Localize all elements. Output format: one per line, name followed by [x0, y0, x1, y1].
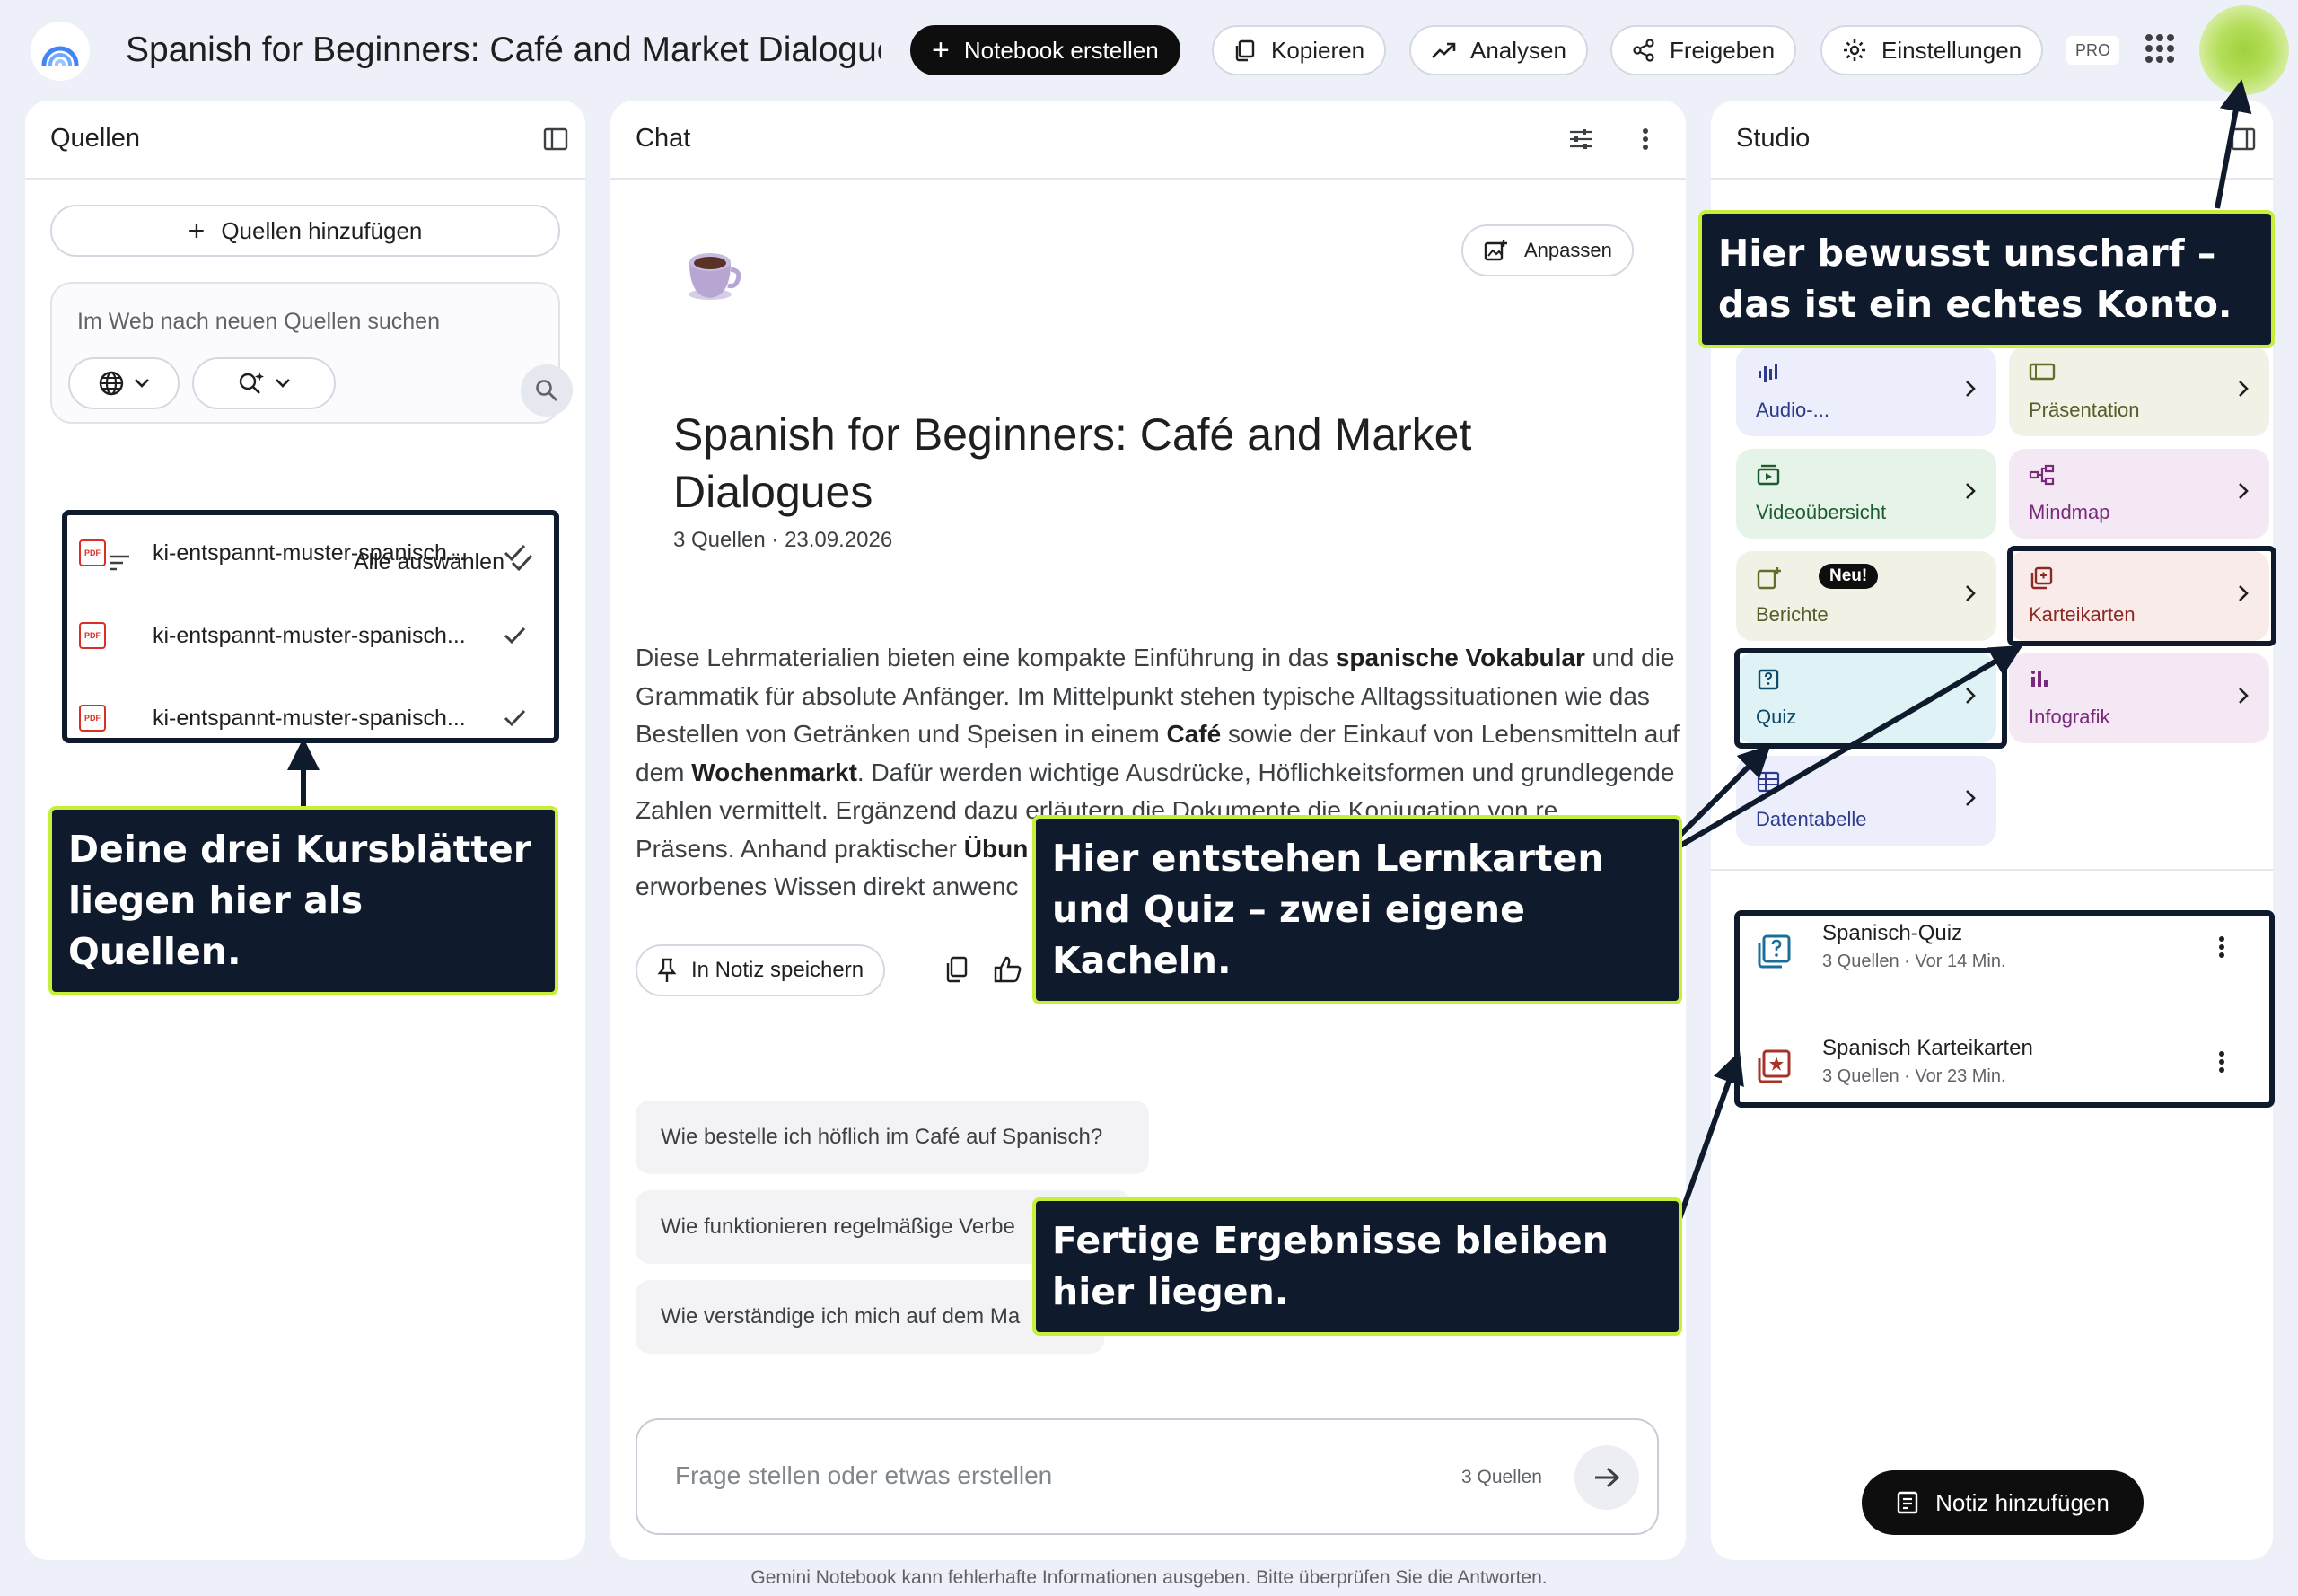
- save-to-note-button[interactable]: In Notiz speichern: [636, 944, 886, 996]
- web-search-input[interactable]: Im Web nach neuen Quellen suchen: [77, 309, 440, 335]
- search-mode-dropdown[interactable]: [192, 357, 336, 409]
- web-scope-dropdown[interactable]: [68, 357, 180, 409]
- send-button[interactable]: [1574, 1445, 1639, 1510]
- customize-button[interactable]: Anpassen: [1461, 224, 1634, 276]
- sources-title: Quellen: [50, 124, 140, 153]
- annotation-account: Hier bewusst unscharf – das ist ein echt…: [1698, 210, 2275, 348]
- globe-icon: [99, 371, 124, 396]
- sources-header: Quellen: [25, 101, 585, 180]
- settings-button[interactable]: Einstellungen: [1820, 25, 2044, 75]
- studio-header: Studio: [1711, 101, 2273, 180]
- share-icon: [1633, 39, 1654, 62]
- search-icon: [536, 380, 557, 401]
- table-icon: [1757, 771, 1780, 793]
- chat-header: Chat: [610, 101, 1686, 180]
- copy-button[interactable]: Kopieren: [1212, 25, 1387, 75]
- notebook-heading: Spanish for Beginners: Café and Market D…: [673, 409, 1472, 517]
- studio-divider: [1711, 869, 2273, 871]
- share-button[interactable]: Freigeben: [1610, 25, 1797, 75]
- video-icon: [1757, 464, 1780, 486]
- chat-title: Chat: [636, 124, 691, 153]
- chevron-right-icon: [2239, 688, 2249, 704]
- top-bar: Spanish for Beginners: Café and Market D…: [0, 0, 2298, 101]
- tile-data-table[interactable]: Datentabelle: [1736, 756, 1996, 846]
- flashcards-highlight-box: [2007, 546, 2276, 646]
- thumbs-up-icon[interactable]: [993, 955, 1023, 984]
- suggested-question[interactable]: Wie bestelle ich höflich im Café auf Spa…: [636, 1101, 1149, 1174]
- coffee-cup-emoji-icon: [689, 253, 741, 300]
- chat-composer: Frage stellen oder etwas erstellen 3 Que…: [636, 1418, 1659, 1535]
- tile-infographic[interactable]: Infografik: [2009, 653, 2269, 743]
- apps-grid-icon[interactable]: [2142, 31, 2178, 66]
- disclaimer-footer: Gemini Notebook kann fehlerhafte Informa…: [750, 1567, 1548, 1588]
- annotation-tiles: Hier entstehen Lernkarten und Quiz – zwe…: [1032, 815, 1682, 1004]
- chevron-right-icon: [1966, 585, 1976, 601]
- create-notebook-button[interactable]: + Notebook erstellen: [910, 25, 1180, 75]
- quiz-highlight-box: [1734, 648, 2007, 749]
- report-icon: [1757, 567, 1781, 590]
- tile-presentation[interactable]: Präsentation: [2009, 346, 2269, 436]
- web-source-search: Im Web nach neuen Quellen suchen: [50, 282, 573, 424]
- audio-wave-icon: [1759, 364, 1777, 382]
- chevron-down-icon: [135, 379, 149, 388]
- notebook-meta: 3 Quellen · 23.09.2026: [673, 528, 893, 552]
- sparkle-search-icon: [239, 372, 264, 394]
- tile-mindmap[interactable]: Mindmap: [2009, 449, 2269, 539]
- notebook-logo-icon[interactable]: [31, 22, 90, 81]
- copy-icon: [1235, 39, 1255, 62]
- plus-icon: +: [932, 33, 950, 67]
- chevron-right-icon: [2239, 483, 2249, 499]
- chevron-right-icon: [2239, 381, 2249, 397]
- copy-response-icon[interactable]: [944, 955, 971, 984]
- note-icon: [1897, 1491, 1918, 1514]
- gear-icon: [1844, 39, 1865, 61]
- annotation-sources: Deine drei Kursblätter liegen hier als Q…: [48, 806, 558, 995]
- trending-up-icon: [1432, 42, 1456, 58]
- studio-title: Studio: [1736, 124, 1811, 153]
- more-vert-icon[interactable]: [1641, 126, 1650, 153]
- pro-badge: PRO: [2066, 36, 2120, 65]
- chevron-right-icon: [1966, 381, 1976, 397]
- sources-highlight-box: [62, 510, 559, 743]
- mindmap-icon: [2029, 464, 2055, 486]
- tune-icon[interactable]: [1567, 126, 1594, 153]
- add-note-button[interactable]: Notiz hinzufügen: [1862, 1470, 2144, 1535]
- collapse-panel-icon[interactable]: [542, 126, 569, 153]
- chat-input[interactable]: Frage stellen oder etwas erstellen: [675, 1461, 1052, 1490]
- slides-icon: [2029, 363, 2056, 381]
- plus-icon: +: [188, 215, 206, 247]
- account-avatar[interactable]: [2199, 5, 2289, 95]
- annotation-results: Fertige Ergebnisse bleiben hier liegen.: [1032, 1197, 1682, 1336]
- source-count-label: 3 Quellen: [1461, 1467, 1542, 1487]
- results-highlight-box: [1734, 910, 2275, 1108]
- collapse-panel-icon[interactable]: [2230, 126, 2257, 153]
- chevron-right-icon: [1966, 790, 1976, 806]
- add-sources-button[interactable]: + Quellen hinzufügen: [50, 205, 560, 257]
- notebook-title[interactable]: Spanish for Beginners: Café and Market D…: [126, 27, 881, 74]
- search-submit-button[interactable]: [521, 364, 573, 417]
- pin-icon: [657, 958, 677, 982]
- edit-image-icon: [1484, 240, 1507, 261]
- chevron-down-icon: [276, 379, 290, 388]
- new-badge: Neu!: [1819, 564, 1879, 589]
- infographic-icon: [2031, 671, 2048, 687]
- tile-audio-overview[interactable]: Audio-...: [1736, 346, 1996, 436]
- analytics-button[interactable]: Analysen: [1409, 25, 1588, 75]
- arrow-right-icon: [1595, 1467, 1620, 1488]
- tile-reports[interactable]: Neu! Berichte: [1736, 551, 1996, 641]
- tile-video-overview[interactable]: Videoübersicht: [1736, 449, 1996, 539]
- chevron-right-icon: [1966, 483, 1976, 499]
